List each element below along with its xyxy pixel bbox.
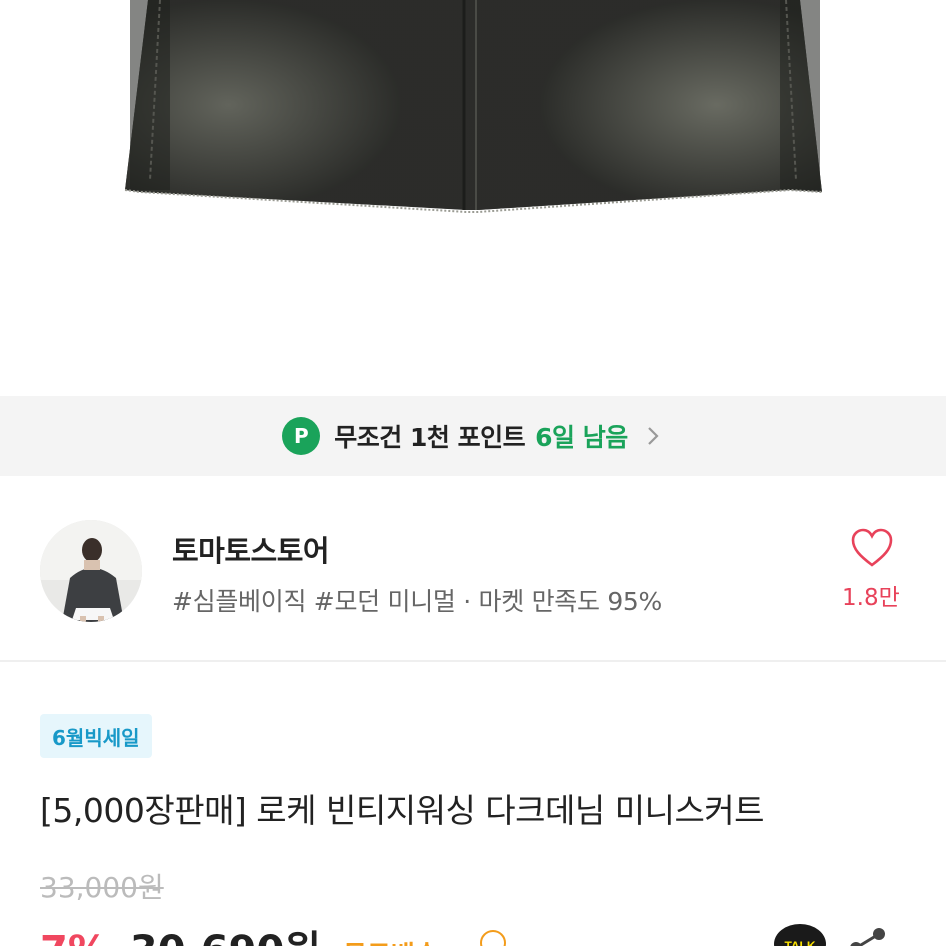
like-count: 1.8만: [842, 585, 900, 611]
sale-price: 30,690원: [130, 918, 321, 946]
sale-badge: 6월빅세일: [40, 714, 152, 758]
info-icon[interactable]: [480, 930, 506, 946]
store-avatar-image: [40, 520, 142, 622]
product-image[interactable]: [0, 0, 946, 396]
store-avatar[interactable]: [40, 520, 142, 622]
chevron-right-icon: [647, 427, 659, 445]
share-icon[interactable]: [846, 924, 888, 946]
point-banner[interactable]: P 무조건 1천 포인트 6일 남음: [0, 396, 946, 476]
heart-icon[interactable]: [850, 528, 894, 568]
original-price: 33,000원: [40, 871, 164, 904]
price-row: 7% 30,690원 무료배송: [40, 918, 439, 946]
product-title: [5,000장판매] 로케 빈티지워싱 다크데님 미니스커트: [40, 791, 765, 830]
store-name[interactable]: 토마토스토어: [172, 528, 330, 570]
point-banner-days: 6일 남음: [535, 423, 628, 452]
discount-rate: 7%: [40, 928, 108, 946]
store-tags: #심플베이직 #모던 미니멀 · 마켓 만족도 95%: [172, 587, 662, 616]
point-badge-icon: P: [282, 417, 321, 455]
kakao-talk-icon[interactable]: TALK: [772, 922, 828, 946]
free-shipping-label: 무료배송: [343, 935, 439, 946]
store-info[interactable]: 토마토스토어 #심플베이직 #모던 미니멀 · 마켓 만족도 95% 1.8만: [0, 476, 946, 662]
svg-text:TALK: TALK: [784, 939, 815, 946]
point-banner-text: 무조건 1천 포인트: [334, 423, 526, 452]
denim-skirt-image: [124, 0, 823, 213]
